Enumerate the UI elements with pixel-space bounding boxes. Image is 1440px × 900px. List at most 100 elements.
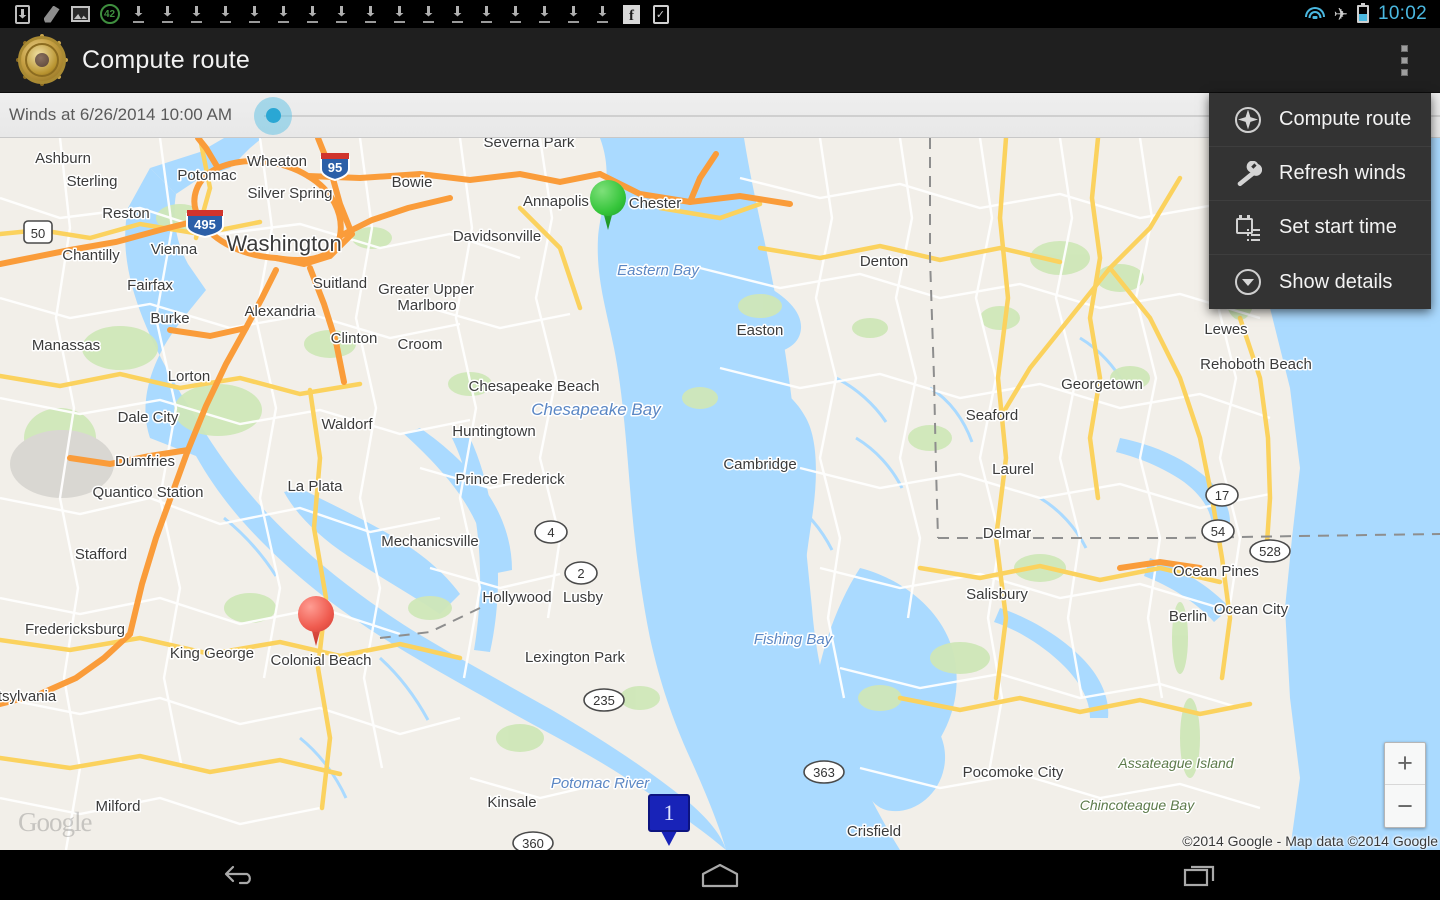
map-place-label: Annapolis [523,193,589,210]
system-nav-bar [0,850,1440,900]
map-place-label: Ocean City [1214,601,1289,618]
svg-text:95: 95 [328,160,342,175]
zoom-out-button[interactable]: − [1385,785,1425,827]
download-icon [356,0,385,28]
map-place-label: La Plata [287,478,343,495]
map-place-label: Potomac [177,167,237,184]
map-place-label: Davidsonville [453,228,541,245]
download-icon [124,0,153,28]
map-place-label: Kinsale [487,794,536,811]
map-place-label: Colonial Beach [271,652,372,669]
clipboard-check-icon: ✓ [646,0,675,28]
download-icon [240,0,269,28]
download-icon [385,0,414,28]
map-place-label: Burke [150,310,189,327]
map-place-label: Fairfax [127,277,173,294]
map-place-label: Fredericksburg [25,621,125,638]
road-shield: 54 [1201,519,1235,543]
map-place-label: Ashburn [35,150,91,167]
start-marker-green[interactable] [590,180,626,230]
road-shield: 360 [512,831,554,850]
ships-helm-icon[interactable] [16,34,68,86]
map-place-label: Marlboro [397,297,456,314]
road-shield: 50 [23,220,53,244]
map-place-label: Manassas [32,337,100,354]
map-place-label: Easton [737,322,784,339]
download-icon [153,0,182,28]
menu-item-set-start-time[interactable]: Set start time [1209,201,1431,255]
map-place-label: Stafford [75,546,127,563]
badge-42-icon: 42 [95,0,124,28]
map-place-label: Greater Upper [378,281,474,298]
overflow-menu[interactable]: Compute route Refresh winds Set start ti… [1209,93,1431,309]
download-icon [211,0,240,28]
road-shield: 2 [564,561,598,585]
battery-icon [1356,3,1369,23]
facebook-icon: f [617,0,646,28]
download-icon [472,0,501,28]
svg-text:360: 360 [522,836,544,850]
map-place-label: Washington [226,231,341,256]
svg-text:54: 54 [1211,524,1225,539]
svg-text:50: 50 [31,226,45,241]
calendar-agenda-icon [1231,211,1265,245]
map-place-label: Quantico Station [93,484,204,501]
map-place-label: Mechanicsville [381,533,479,550]
map-place-label: Laurel [992,461,1034,478]
brush-icon [37,0,66,28]
waypoint-marker-1[interactable]: 1 [648,794,690,846]
road-shield: 4 [534,520,568,544]
map-place-label: Croom [397,336,442,353]
map-place-label: Lusby [563,589,604,606]
map-zoom-controls[interactable]: + − [1384,742,1426,828]
overflow-menu-icon[interactable] [1384,32,1424,88]
map-place-label: Chester [629,195,682,212]
zoom-in-button[interactable]: + [1385,743,1425,785]
menu-item-compute-route[interactable]: Compute route [1209,93,1431,147]
download-icon [327,0,356,28]
map-place-label: Potomac River [551,775,650,792]
compass-icon [1231,103,1265,137]
home-button[interactable] [660,850,780,900]
map-place-label: Denton [860,253,908,270]
status-notifications[interactable]: 42 f ✓ [0,0,675,28]
svg-text:2: 2 [577,566,584,581]
map-place-label: Huntingtown [452,423,535,440]
facebook-glyph: f [623,4,640,24]
download-icon [588,0,617,28]
menu-item-label: Compute route [1279,108,1412,130]
map-place-label: Salisbury [966,586,1028,603]
recents-button[interactable] [1140,850,1260,900]
destination-marker-red[interactable] [298,596,334,646]
map-place-label: Pocomoke City [963,764,1064,781]
menu-item-show-details[interactable]: Show details [1209,255,1431,309]
map-place-label: Chincoteague Bay [1080,797,1195,813]
action-bar: Compute route [0,28,1440,93]
map-place-label: Georgetown [1061,376,1143,393]
back-arrow-icon [224,865,251,885]
status-bar: 42 f ✓ ✈ 10:02 [0,0,1440,28]
map-place-label: Berlin [1169,608,1207,625]
status-system-icons[interactable]: ✈ 10:02 [1304,3,1440,25]
back-button[interactable] [180,850,300,900]
road-shield: 235 [583,688,625,712]
menu-item-label: Refresh winds [1279,162,1406,184]
map-place-label: Assateague Island [1117,755,1234,771]
map-place-label: Hollywood [482,589,551,606]
svg-text:528: 528 [1259,544,1281,559]
map-place-label: Chesapeake Beach [469,378,600,395]
map-place-label: Wheaton [247,153,307,170]
menu-item-refresh-winds[interactable]: Refresh winds [1209,147,1431,201]
map-place-label: Cambridge [723,456,796,473]
menu-item-label: Set start time [1279,216,1397,238]
map-attribution: ©2014 Google - Map data ©2014 Google [1182,833,1438,849]
map-place-label: King George [170,645,254,662]
map-place-label: Ocean Pines [1173,563,1259,580]
slider-thumb[interactable] [254,96,293,135]
road-shield: 17 [1205,483,1239,507]
map-place-label: Crisfield [847,823,901,840]
menu-item-label: Show details [1279,270,1393,293]
recents-icon [1183,865,1215,887]
map-place-label: Fishing Bay [754,631,834,648]
page-title: Compute route [82,45,250,74]
